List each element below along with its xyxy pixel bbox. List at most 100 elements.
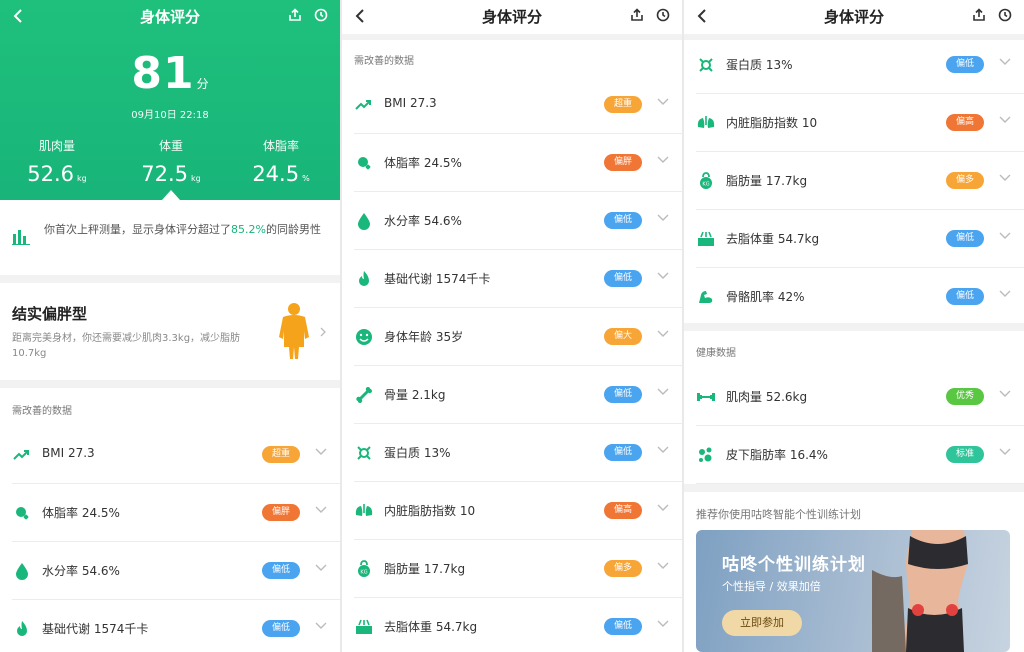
chevron-right-icon[interactable] — [318, 325, 328, 339]
body-score-unit: 分 — [196, 77, 209, 91]
data-row[interactable]: 去脂体重 54.7kg 偏低 — [354, 598, 682, 652]
share-icon[interactable] — [286, 6, 304, 24]
clock-icon[interactable] — [312, 6, 330, 24]
chevron-down-icon[interactable] — [656, 153, 670, 167]
status-badge: 偏多 — [946, 172, 984, 189]
chevron-down-icon[interactable] — [998, 387, 1012, 401]
row-label: 身体年龄 35岁 — [384, 330, 464, 344]
status-badge: 偏低 — [604, 444, 642, 461]
data-row[interactable]: 水分率 54.6% 偏低 — [354, 192, 682, 250]
status-badge: 偏低 — [262, 562, 300, 579]
data-row[interactable]: 肌肉量 52.6kg 优秀 — [696, 368, 1024, 426]
metric-weight[interactable]: 体重 72.5 kg — [126, 137, 216, 186]
data-row[interactable]: 体脂率 24.5% 偏胖 — [12, 484, 340, 542]
panel-health-data: 身体评分 蛋白质 13% 偏低 内脏脂肪指数 10 偏高 KG 脂肪量 17.7kg 偏多去… — [684, 0, 1024, 652]
data-row[interactable]: 基础代谢 1574千卡 偏低 — [12, 600, 340, 652]
panel-score-overview: 身体评分 81 分 09月10日 22:18 肌肉量 52.6 kg 体重 72.5… — [0, 0, 340, 652]
row-label: 皮下脂肪率 16.4% — [726, 448, 828, 462]
row-label: 内脏脂肪指数 10 — [726, 116, 818, 130]
chevron-down-icon[interactable] — [656, 501, 670, 515]
clock-icon[interactable] — [996, 6, 1014, 24]
section-divider — [684, 484, 1024, 492]
svg-text:KG: KG — [702, 182, 709, 188]
data-row[interactable]: 水分率 54.6% 偏低 — [12, 542, 340, 600]
status-badge: 优秀 — [946, 388, 984, 405]
row-label: 去脂体重 54.7kg — [726, 232, 820, 246]
training-plan-banner[interactable]: 咕咚个性训练计划 个性指导 / 效果加倍 立即参加 — [696, 530, 1010, 652]
share-icon[interactable] — [628, 6, 646, 24]
data-row[interactable]: BMI 27.3 超重 — [12, 426, 340, 484]
chevron-down-icon[interactable] — [998, 113, 1012, 127]
data-row[interactable]: 身体年龄 35岁 偏大 — [354, 308, 682, 366]
data-row[interactable]: 去脂体重 54.7kg 偏低 — [696, 210, 1024, 268]
weight-kettle-icon: KG — [696, 171, 716, 191]
row-label: 体脂率 24.5% — [384, 156, 462, 170]
chevron-down-icon[interactable] — [998, 171, 1012, 185]
section-title: 需改善的数据 — [12, 406, 72, 417]
chevron-down-icon[interactable] — [314, 561, 328, 575]
chevron-down-icon[interactable] — [314, 503, 328, 517]
bone-icon — [354, 385, 374, 405]
row-label: 水分率 54.6% — [384, 214, 462, 228]
row-label: 体脂率 24.5% — [42, 506, 120, 520]
join-now-button[interactable]: 立即参加 — [722, 610, 802, 636]
section-title: 健康数据 — [696, 348, 736, 359]
clock-icon[interactable] — [654, 6, 672, 24]
row-label: 去脂体重 54.7kg — [384, 620, 478, 634]
data-row[interactable]: 蛋白质 13% 偏低 — [354, 424, 682, 482]
chevron-down-icon[interactable] — [656, 617, 670, 631]
page-header: 身体评分 — [342, 0, 682, 34]
page-header: 身体评分 — [684, 0, 1024, 34]
muscle-arm-icon — [696, 287, 716, 307]
data-row[interactable]: BMI 27.3 超重 — [354, 76, 682, 134]
section-divider — [0, 380, 340, 388]
status-badge: 偏低 — [604, 212, 642, 229]
chevron-down-icon[interactable] — [314, 445, 328, 459]
chevron-down-icon[interactable] — [998, 287, 1012, 301]
status-badge: 偏低 — [262, 620, 300, 637]
protein-icon — [354, 443, 374, 463]
panel-improve-list: 身体评分 需改善的数据 BMI 27.3 超重 体脂率 24.5% 偏胖 水分率 54.… — [342, 0, 682, 652]
status-badge: 超重 — [604, 96, 642, 113]
chevron-down-icon[interactable] — [656, 385, 670, 399]
flame-icon — [354, 269, 374, 289]
row-label: 水分率 54.6% — [42, 564, 120, 578]
data-row[interactable]: KG 脂肪量 17.7kg 偏多 — [696, 152, 1024, 210]
data-row[interactable]: 体脂率 24.5% 偏胖 — [354, 134, 682, 192]
metric-value: 72.5 — [141, 162, 189, 186]
data-row[interactable]: 皮下脂肪率 16.4% 标准 — [696, 426, 1024, 484]
metric-body-fat[interactable]: 体脂率 24.5% — [236, 137, 326, 186]
data-row[interactable]: 骨骼肌率 42% 偏低 — [696, 268, 1024, 326]
metric-value: 52.6 — [27, 162, 75, 186]
data-row[interactable]: 内脏脂肪指数 10 偏高 — [354, 482, 682, 540]
chevron-down-icon[interactable] — [656, 327, 670, 341]
body-score-value: 81 — [131, 48, 195, 99]
ranking-tip: 你首次上秤测量，显示身体评分超过了85.2%的同龄男性 — [0, 210, 340, 270]
data-row[interactable]: 基础代谢 1574千卡 偏低 — [354, 250, 682, 308]
data-row[interactable]: KG 脂肪量 17.7kg 偏多 — [354, 540, 682, 598]
chevron-down-icon[interactable] — [998, 229, 1012, 243]
status-badge: 偏大 — [604, 328, 642, 345]
fitness-model-illustration — [872, 530, 968, 652]
body-type-card[interactable]: 结实偏胖型 距离完美身材，你还需要减少肌肉3.3kg，减少脂肪10.7kg — [0, 285, 340, 380]
selected-metric-notch — [162, 190, 180, 200]
chevron-down-icon[interactable] — [656, 95, 670, 109]
chevron-down-icon[interactable] — [998, 445, 1012, 459]
data-row[interactable]: 内脏脂肪指数 10 偏高 — [696, 94, 1024, 152]
status-badge: 偏多 — [604, 560, 642, 577]
row-label: 蛋白质 13% — [726, 58, 793, 72]
share-icon[interactable] — [970, 6, 988, 24]
section-divider — [684, 323, 1024, 331]
data-row[interactable]: 蛋白质 13% 偏低 — [696, 36, 1024, 94]
score-hero: 身体评分 81 分 09月10日 22:18 肌肉量 52.6 kg 体重 72.5… — [0, 0, 340, 200]
chevron-down-icon[interactable] — [998, 55, 1012, 69]
chevron-down-icon[interactable] — [656, 443, 670, 457]
metric-muscle[interactable]: 肌肉量 52.6 kg — [12, 137, 102, 186]
chevron-down-icon[interactable] — [656, 211, 670, 225]
dumbbell-icon — [696, 387, 716, 407]
chevron-down-icon[interactable] — [314, 619, 328, 633]
chevron-down-icon[interactable] — [656, 269, 670, 283]
data-row[interactable]: 骨量 2.1kg 偏低 — [354, 366, 682, 424]
chevron-down-icon[interactable] — [656, 559, 670, 573]
status-badge: 偏低 — [604, 618, 642, 635]
